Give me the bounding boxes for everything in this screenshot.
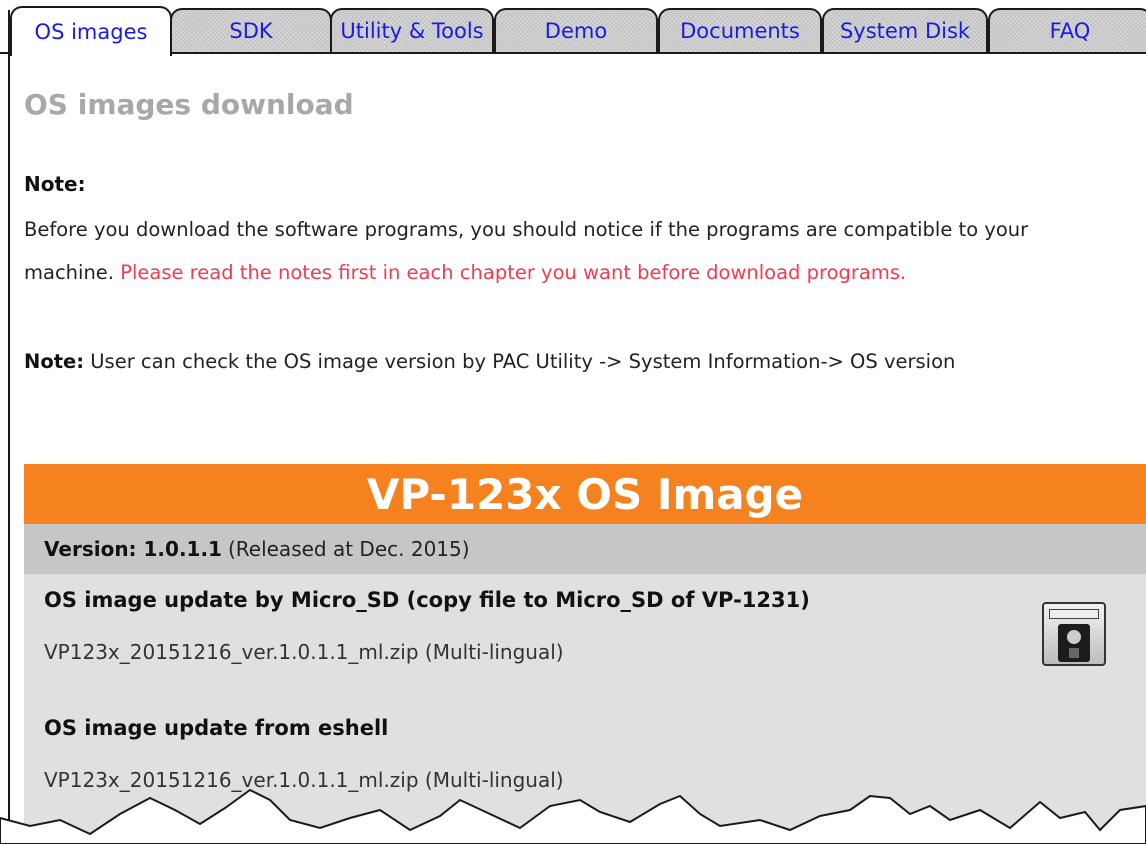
tab-documents[interactable]: Documents xyxy=(658,8,822,52)
download-link-micro-sd[interactable]: VP123x_20151216_ver.1.0.1.1_ml.zip (Mult… xyxy=(44,640,564,664)
sd-card-body xyxy=(1058,624,1090,662)
tab-demo[interactable]: Demo xyxy=(494,8,658,52)
version-bar: Version: 1.0.1.1 (Released at Dec. 2015) xyxy=(24,524,1146,574)
torn-edge-decoration xyxy=(0,788,1146,844)
sd-card-label-strip xyxy=(1049,609,1099,619)
sd-card-icon xyxy=(1042,602,1106,666)
sd-card-dot xyxy=(1067,630,1081,644)
version-note-text: User can check the OS image version by P… xyxy=(90,350,956,373)
content-left-border xyxy=(8,10,10,844)
tab-os-images[interactable]: OS images xyxy=(10,6,172,56)
tab-faq[interactable]: FAQ xyxy=(988,8,1146,52)
section-title-eshell: OS image update from eshell xyxy=(44,716,389,740)
version-note-label: Note: xyxy=(24,350,85,373)
tab-utility-tools[interactable]: Utility & Tools xyxy=(330,8,494,52)
tab-sdk[interactable]: SDK xyxy=(170,8,332,52)
note-body: Before you download the software program… xyxy=(24,208,1114,294)
tab-bar: OS images SDK Utility & Tools Demo Docum… xyxy=(0,0,1146,56)
version-note: Note: User can check the OS image versio… xyxy=(24,350,955,373)
sd-card-slot xyxy=(1069,648,1079,658)
section-title-micro-sd: OS image update by Micro_SD (copy file t… xyxy=(44,588,810,612)
version-release-note: (Released at Dec. 2015) xyxy=(227,537,470,561)
note-title: Note: xyxy=(24,172,86,196)
note-highlight: Please read the notes first in each chap… xyxy=(120,261,907,284)
page-heading: OS images download xyxy=(24,88,354,121)
tab-system-disk[interactable]: System Disk xyxy=(822,8,988,52)
os-image-banner: VP-123x OS Image xyxy=(24,464,1146,524)
version-label: Version: 1.0.1.1 xyxy=(44,537,222,561)
